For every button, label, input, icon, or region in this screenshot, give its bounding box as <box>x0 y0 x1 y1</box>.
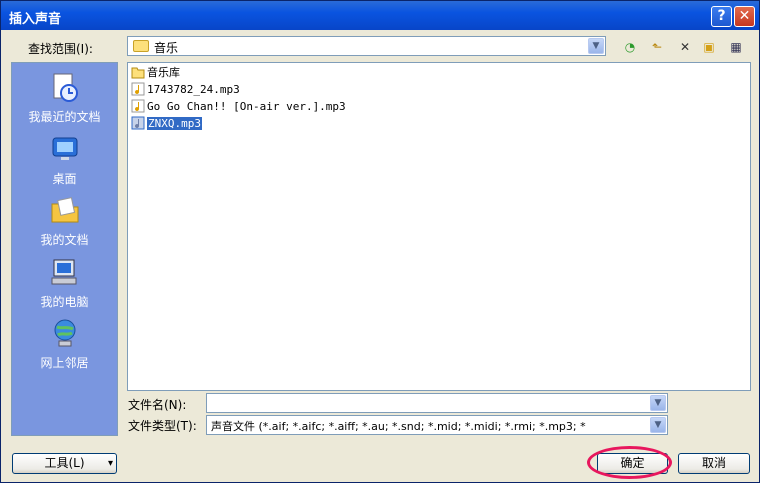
views-button[interactable]: ▦ <box>722 38 750 56</box>
filename-input[interactable]: ▼ <box>206 393 668 413</box>
desktop-icon <box>52 137 77 160</box>
file-name: ZNXQ.mp3 <box>147 117 202 130</box>
place-network[interactable]: 网上邻居 <box>12 317 117 371</box>
place-label: 桌面 <box>52 172 77 186</box>
my-computer-icon <box>51 259 76 285</box>
tools-button[interactable]: 工具(L) ▾ <box>12 453 117 474</box>
recent-documents-icon <box>53 73 78 102</box>
places-bar: 我最近的文档 桌面 我的文档 我的电脑 网上邻居 <box>11 62 118 436</box>
audio-file-icon <box>131 99 145 113</box>
tools-arrow-icon: ▾ <box>107 458 113 469</box>
lookin-value: 音乐 <box>154 41 179 55</box>
insert-sound-dialog: 插入声音 ? ✕ 查找范围(I): 音乐 ▼ ◔ ⬑ ✕ ▣ ▦ 我最近的文档 … <box>0 0 760 483</box>
filetype-label: 文件类型(T): <box>128 419 197 433</box>
place-recent[interactable]: 我最近的文档 <box>12 71 117 125</box>
place-desktop[interactable]: 桌面 <box>12 133 117 187</box>
list-item-file-selected[interactable]: ZNXQ.mp3 <box>131 115 202 132</box>
cancel-button[interactable]: 取消 <box>678 453 750 474</box>
chevron-down-icon[interactable]: ▼ <box>650 395 666 411</box>
file-name: 音乐库 <box>147 66 180 79</box>
place-my-computer[interactable]: 我的电脑 <box>12 256 117 310</box>
place-label: 我的文档 <box>40 233 89 247</box>
network-icon <box>54 319 75 347</box>
new-folder-button[interactable]: ▣ <box>698 38 720 56</box>
lookin-combo[interactable]: 音乐 ▼ <box>127 36 606 56</box>
folder-icon <box>131 67 145 79</box>
audio-file-icon <box>131 82 145 96</box>
place-label: 我的电脑 <box>40 295 89 309</box>
filetype-select[interactable]: 声音文件 (*.aif; *.aifc; *.aiff; *.au; *.snd… <box>206 415 668 435</box>
list-item-file[interactable]: 1743782_24.mp3 <box>131 81 240 98</box>
lookin-label: 查找范围(I): <box>28 42 93 56</box>
highlight-annotation <box>587 446 672 479</box>
filename-label: 文件名(N): <box>128 398 187 412</box>
back-button[interactable]: ◔ <box>616 38 644 56</box>
list-item-folder[interactable]: 音乐库 <box>131 64 180 81</box>
window-title: 插入声音 <box>9 12 62 27</box>
close-button[interactable]: ✕ <box>734 6 755 27</box>
file-name: 1743782_24.mp3 <box>147 83 240 96</box>
up-folder-button[interactable]: ⬑ <box>646 38 668 56</box>
file-name: Go Go Chan!! [On-air ver.].mp3 <box>147 100 346 113</box>
tools-label: 工具(L) <box>44 456 85 470</box>
place-label: 我最近的文档 <box>28 110 101 124</box>
folder-icon <box>133 40 149 52</box>
chevron-down-icon[interactable]: ▼ <box>650 417 666 433</box>
list-item-file[interactable]: Go Go Chan!! [On-air ver.].mp3 <box>131 98 346 115</box>
audio-file-icon <box>131 116 145 130</box>
place-label: 网上邻居 <box>40 356 89 370</box>
title-bar: 插入声音 ? ✕ <box>1 1 759 30</box>
chevron-down-icon[interactable]: ▼ <box>588 38 604 54</box>
file-list[interactable]: 音乐库 1743782_24.mp3 Go Go Chan!! [On-air … <box>127 62 751 391</box>
help-button[interactable]: ? <box>711 6 732 27</box>
place-my-documents[interactable]: 我的文档 <box>12 194 117 248</box>
filetype-value: 声音文件 (*.aif; *.aifc; *.aiff; *.au; *.snd… <box>211 420 586 433</box>
delete-button[interactable]: ✕ <box>674 38 696 56</box>
my-documents-icon <box>51 197 78 223</box>
